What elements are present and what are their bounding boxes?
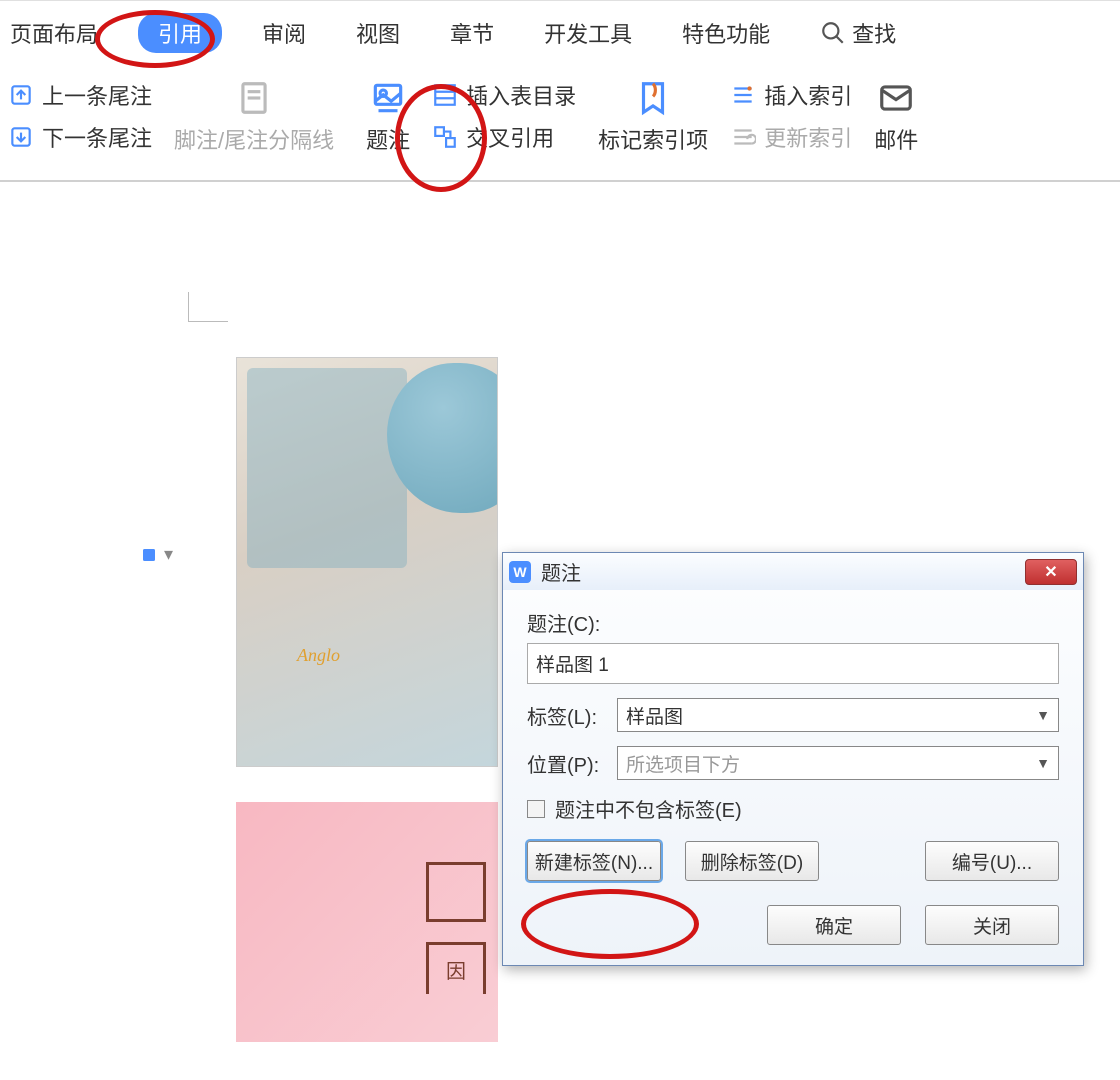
next-endnote-icon	[8, 124, 34, 150]
mark-index-icon	[634, 79, 672, 117]
exclude-label-checkbox[interactable]: 题注中不包含标签(E)	[527, 794, 1059, 823]
caption-input[interactable]: 样品图 1	[527, 643, 1059, 684]
insert-table-list-button[interactable]: 插入表目录	[432, 79, 576, 111]
tab-search-label: 查找	[852, 17, 896, 49]
decorative-box-2: 因	[426, 942, 486, 994]
tab-search[interactable]: 查找	[810, 13, 906, 53]
image-watermark: Anglo	[297, 645, 340, 666]
tab-devtools[interactable]: 开发工具	[534, 13, 642, 53]
mail-icon	[877, 79, 915, 117]
wps-icon: W	[509, 561, 531, 583]
position-select-value: 所选项目下方	[626, 750, 740, 777]
next-endnote-button[interactable]: 下一条尾注	[8, 121, 152, 153]
label-select[interactable]: 样品图 ▼	[617, 698, 1059, 732]
cross-ref-label: 交叉引用	[466, 121, 554, 153]
caption-dialog: W 题注 ✕ 题注(C): 样品图 1 标签(L): 样品图 ▼ 位置(P):	[502, 552, 1084, 966]
position-select: 所选项目下方 ▼	[617, 746, 1059, 780]
update-index-button: 更新索引	[730, 121, 852, 153]
document-image-2[interactable]: 因	[236, 802, 498, 1042]
insert-index-label: 插入索引	[764, 79, 852, 111]
document-image[interactable]: Anglo	[236, 357, 498, 767]
insert-index-icon	[730, 82, 756, 108]
tab-features[interactable]: 特色功能	[672, 13, 780, 53]
chevron-down-icon: ▼	[1036, 707, 1050, 723]
footnote-sep-label: 脚注/尾注分隔线	[174, 123, 334, 155]
main-tabs: 页面布局 引用 审阅 视图 章节 开发工具 特色功能 查找	[0, 0, 1120, 67]
insert-index-button[interactable]: 插入索引	[730, 79, 852, 111]
mark-index-button[interactable]: 标记索引项	[588, 79, 718, 155]
insert-table-list-label: 插入表目录	[466, 79, 576, 111]
new-label-button[interactable]: 新建标签(N)...	[527, 841, 661, 881]
dialog-titlebar[interactable]: W 题注 ✕	[503, 553, 1083, 590]
prev-endnote-label: 上一条尾注	[42, 79, 152, 111]
numbering-button[interactable]: 编号(U)...	[925, 841, 1059, 881]
tab-section[interactable]: 章节	[440, 13, 504, 53]
tab-review[interactable]: 审阅	[252, 13, 316, 53]
label-select-value: 样品图	[626, 702, 683, 729]
search-icon	[820, 20, 846, 46]
tab-layout[interactable]: 页面布局	[0, 13, 108, 53]
cross-ref-icon	[432, 124, 458, 150]
image-anchor-handle[interactable]: ▾	[140, 544, 173, 565]
dialog-title: 题注	[541, 557, 1015, 586]
caption-field-label: 题注(C):	[527, 608, 607, 637]
table-list-icon	[432, 82, 458, 108]
tab-view[interactable]: 视图	[346, 13, 410, 53]
mail-label: 邮件	[874, 123, 918, 155]
ok-button[interactable]: 确定	[767, 905, 901, 945]
update-index-label: 更新索引	[764, 121, 852, 153]
close-dialog-button[interactable]: 关闭	[925, 905, 1059, 945]
caption-label: 题注	[366, 123, 410, 155]
checkbox-icon	[527, 800, 545, 818]
ribbon-toolbar: 上一条尾注 下一条尾注 脚注/尾注分隔线 题注 插入表目录	[0, 67, 1120, 182]
mail-button[interactable]: 邮件	[864, 79, 928, 155]
close-icon: ✕	[1044, 562, 1057, 582]
close-button[interactable]: ✕	[1025, 559, 1077, 585]
page-corner-mark	[188, 292, 228, 322]
separator-icon	[235, 79, 273, 117]
caption-icon	[369, 79, 407, 117]
tab-reference[interactable]: 引用	[138, 13, 222, 53]
chevron-down-icon: ▼	[1036, 755, 1050, 771]
update-index-icon	[730, 124, 756, 150]
prev-endnote-icon	[8, 82, 34, 108]
mark-index-label: 标记索引项	[598, 123, 708, 155]
dialog-body: 题注(C): 样品图 1 标签(L): 样品图 ▼ 位置(P): 所选项目下方 …	[503, 590, 1083, 965]
position-field-label: 位置(P):	[527, 749, 607, 778]
chevron-down-icon: ▾	[164, 544, 173, 565]
delete-label-button[interactable]: 删除标签(D)	[685, 841, 819, 881]
caption-button[interactable]: 题注	[356, 79, 420, 155]
footnote-separator-button: 脚注/尾注分隔线	[164, 79, 344, 155]
prev-endnote-button[interactable]: 上一条尾注	[8, 79, 152, 111]
label-field-label: 标签(L):	[527, 701, 607, 730]
exclude-label-text: 题注中不包含标签(E)	[555, 794, 742, 823]
decorative-box	[426, 862, 486, 922]
next-endnote-label: 下一条尾注	[42, 121, 152, 153]
cross-ref-button[interactable]: 交叉引用	[432, 121, 576, 153]
document-canvas: ▾ Anglo 因 W 题注 ✕ 题注(C): 样品图 1 标签(L): 样品图	[0, 182, 1120, 1052]
